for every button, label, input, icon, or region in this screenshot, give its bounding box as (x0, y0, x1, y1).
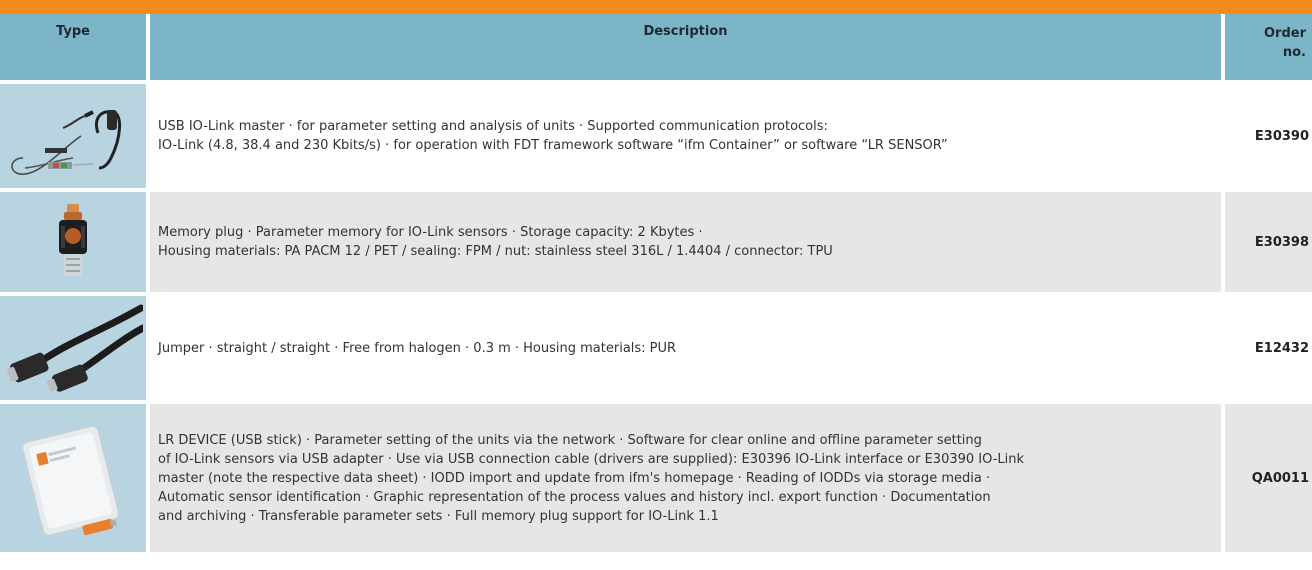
table-row: USB IO-Link master · for parameter setti… (0, 84, 1312, 188)
header-order-line2: no. (1282, 45, 1306, 60)
accessories-table: Type Description Order no. USB IO-Link m… (0, 10, 1312, 556)
header-type: Type (0, 14, 146, 80)
memory-plug-image (59, 204, 87, 276)
order-number: E30390 (1225, 84, 1312, 188)
order-number: E12432 (1225, 296, 1312, 400)
description-line: of IO-Link sensors via USB adapter · Use… (158, 451, 1025, 467)
table-row: Jumper · straight / straight · Free from… (0, 296, 1312, 400)
product-image-cell (0, 296, 146, 400)
description-line: Automatic sensor identification · Graphi… (158, 489, 991, 505)
table-row: LR DEVICE (USB stick) · Parameter settin… (0, 404, 1312, 552)
jumper-cable-image (6, 304, 143, 392)
description-line: LR DEVICE (USB stick) · Parameter settin… (158, 432, 982, 448)
description-line: and archiving · Transferable parameter s… (158, 508, 719, 524)
product-image-cell (0, 192, 146, 292)
description-line: Jumper · straight / straight · Free from… (158, 340, 677, 356)
description-line: master (note the respective data sheet) … (158, 470, 991, 486)
accessories-table-wrapper: Type Description Order no. USB IO-Link m… (0, 14, 1312, 556)
product-image-cell (0, 84, 146, 188)
header-order-no: Order no. (1225, 14, 1312, 80)
description-line: IO-Link (4.8, 38.4 and 230 Kbits/s) · fo… (158, 138, 948, 153)
description-line: Housing materials: PA PACM 12 / PET / se… (158, 244, 833, 259)
product-image-cell (0, 404, 146, 552)
description-line: Memory plug · Parameter memory for IO-Li… (158, 225, 703, 240)
description-line: USB IO-Link master · for parameter setti… (158, 119, 828, 134)
header-description: Description (150, 14, 1221, 80)
header-order-line1: Order (1264, 26, 1306, 41)
row-description: USB IO-Link master · for parameter setti… (150, 84, 1221, 188)
row-description: Jumper · straight / straight · Free from… (150, 296, 1221, 400)
row-description: Memory plug · Parameter memory for IO-Li… (150, 192, 1221, 292)
row-description: LR DEVICE (USB stick) · Parameter settin… (150, 404, 1221, 552)
usb-io-link-master-cable-image (11, 110, 121, 175)
order-number: QA0011 (1225, 404, 1312, 552)
table-row: Memory plug · Parameter memory for IO-Li… (0, 192, 1312, 292)
table-header-row: Type Description Order no. (0, 14, 1312, 80)
order-number: E30398 (1225, 192, 1312, 292)
lr-device-usb-stick-image (21, 425, 120, 537)
